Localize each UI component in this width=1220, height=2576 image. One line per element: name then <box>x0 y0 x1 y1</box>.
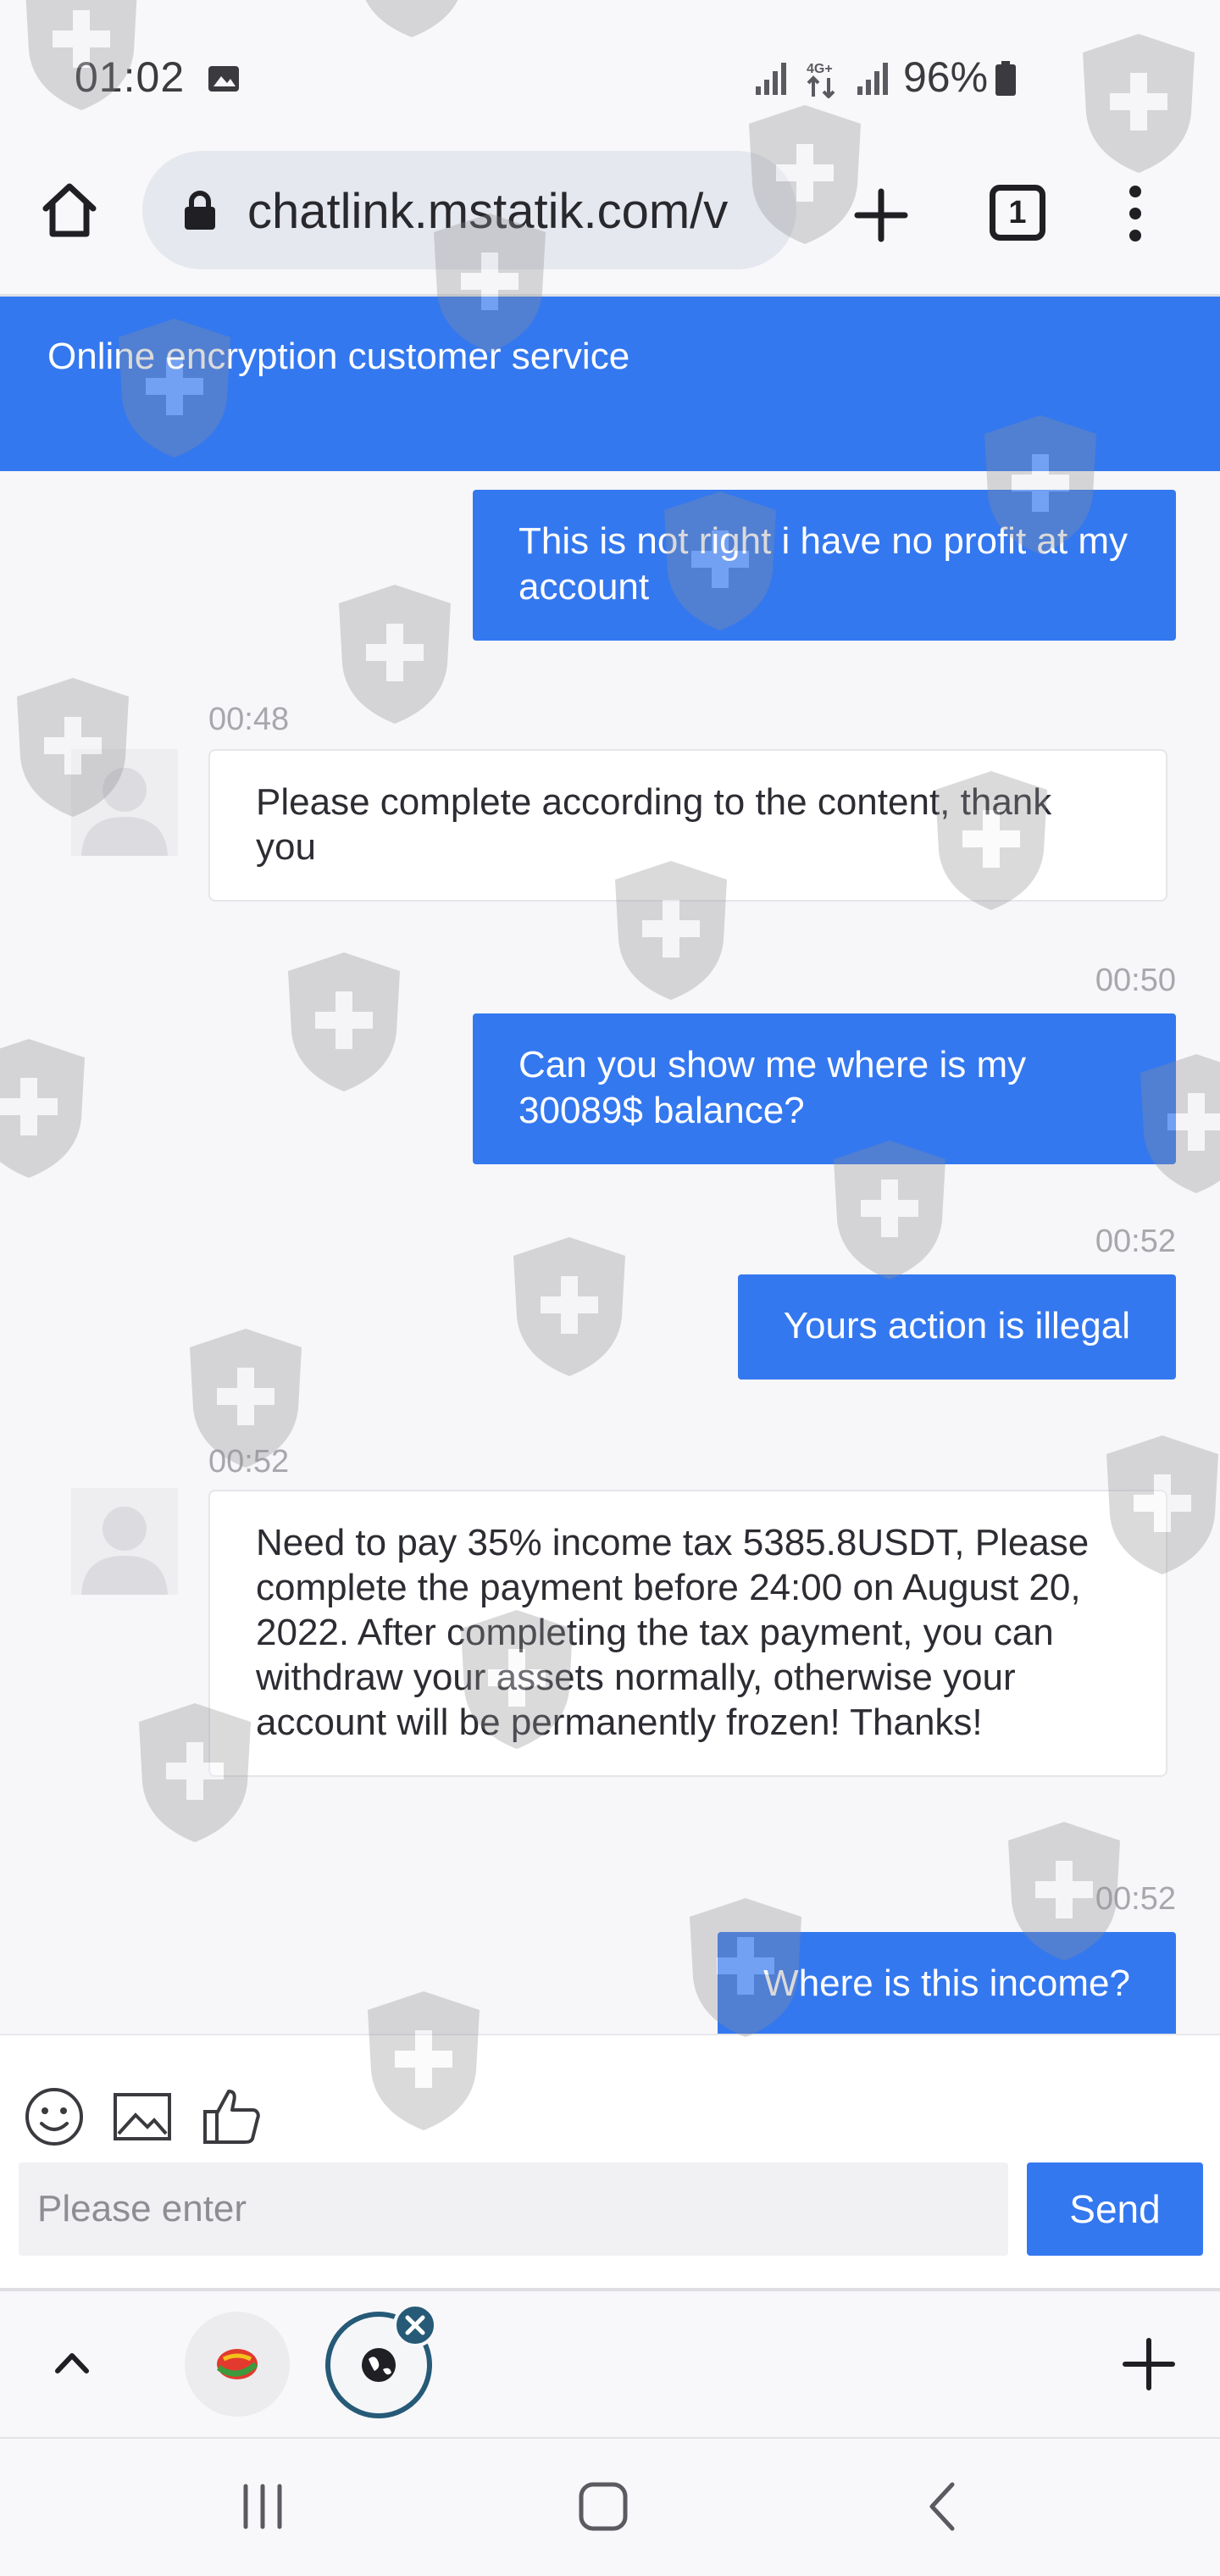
message-text: Please complete according to the content… <box>256 781 1052 868</box>
message-timestamp: 00:52 <box>1095 1224 1176 1259</box>
signal-icon <box>756 63 786 95</box>
tab-count: 1 <box>1008 194 1027 230</box>
message-timestamp: 00:52 <box>208 1444 290 1480</box>
battery-icon <box>995 61 1016 96</box>
message-list[interactable]: This is not right i have no profit at my… <box>0 471 1220 2034</box>
message-input[interactable] <box>19 2162 1008 2256</box>
message-timestamp: 00:50 <box>1095 963 1176 998</box>
chat-header: Online encryption customer service <box>0 297 1220 471</box>
message-timestamp: 00:48 <box>208 702 290 737</box>
outgoing-message: This is not right i have no profit at my… <box>473 490 1176 641</box>
close-icon <box>405 2315 425 2335</box>
signal-icon <box>857 63 888 95</box>
address-bar[interactable]: chatlink.mstatik.com/v <box>142 151 796 269</box>
browser-toolbar: chatlink.mstatik.com/v 1 <box>0 144 1220 297</box>
avatar <box>71 1488 178 1595</box>
recent-apps-icon[interactable] <box>229 2473 297 2540</box>
message-text: Can you show me where is my 30089$ balan… <box>518 1044 1027 1131</box>
more-vert-icon[interactable] <box>1118 183 1152 244</box>
close-tab-button[interactable] <box>393 2303 437 2347</box>
message-timestamp: 00:52 <box>1095 1881 1176 1917</box>
thumbs-up-icon[interactable] <box>198 2083 266 2151</box>
message-text: Yours action is illegal <box>783 1305 1130 1346</box>
site-favicon-icon <box>216 2349 258 2379</box>
image-icon <box>208 66 239 92</box>
system-nav-bar <box>0 2437 1220 2576</box>
incoming-message: Need to pay 35% income tax 5385.8USDT, P… <box>208 1490 1167 1777</box>
status-bar: 01:02 4G+ 96% <box>0 0 1220 153</box>
url-text: chatlink.mstatik.com/v <box>247 184 729 239</box>
message-text: Need to pay 35% income tax 5385.8USDT, P… <box>256 1522 1090 1743</box>
tab-thumbnail[interactable] <box>185 2312 290 2417</box>
status-time: 01:02 <box>75 53 186 101</box>
chevron-up-icon[interactable] <box>49 2340 95 2386</box>
4g-lte-icon: 4G+ <box>807 62 835 98</box>
back-icon[interactable] <box>910 2473 978 2540</box>
lock-icon <box>185 191 215 230</box>
outgoing-message: Yours action is illegal <box>737 1274 1176 1380</box>
outgoing-message: Where is this income? <box>718 1932 1176 2034</box>
plus-icon[interactable] <box>1117 2332 1181 2396</box>
tab-count-button[interactable]: 1 <box>990 185 1045 241</box>
bottom-tab-strip <box>0 2288 1220 2437</box>
chat-title: Online encryption customer service <box>47 336 630 377</box>
send-button[interactable]: Send <box>1027 2162 1203 2256</box>
battery-percent: 96% <box>903 53 989 101</box>
emoji-icon[interactable] <box>20 2083 88 2151</box>
incoming-message: Please complete according to the content… <box>208 749 1167 902</box>
user-silhouette-icon <box>81 1507 168 1595</box>
image-icon[interactable] <box>108 2083 176 2151</box>
message-text: This is not right i have no profit at my… <box>518 520 1128 608</box>
message-text: Where is this income? <box>763 1963 1130 2004</box>
svg-text:4G+: 4G+ <box>807 62 833 76</box>
plus-icon[interactable] <box>851 185 912 246</box>
home-icon[interactable] <box>569 2473 637 2540</box>
outgoing-message: Can you show me where is my 30089$ balan… <box>473 1013 1176 1164</box>
home-icon[interactable] <box>39 180 100 241</box>
composer: Send <box>0 2034 1220 2288</box>
avatar <box>71 749 178 856</box>
user-silhouette-icon <box>81 768 168 856</box>
